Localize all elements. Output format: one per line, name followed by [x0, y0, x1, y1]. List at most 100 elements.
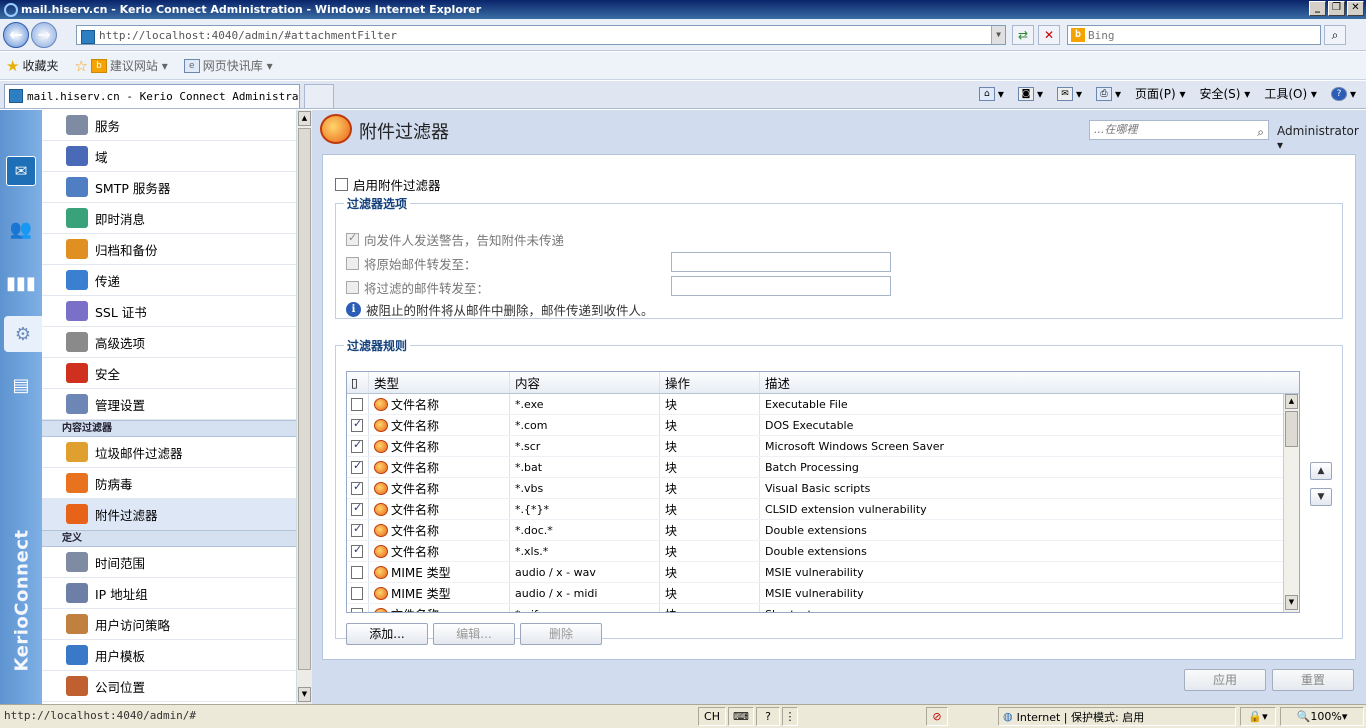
- sidebar-item-domain[interactable]: 域: [42, 141, 296, 172]
- protected-mode-icon[interactable]: 🔒▾: [1240, 707, 1276, 726]
- sidebar-item-user-template[interactable]: 用户模板: [42, 640, 296, 671]
- back-button[interactable]: ←: [3, 22, 29, 48]
- ime-help-icon[interactable]: ?: [756, 707, 780, 726]
- rule-enable-checkbox[interactable]: [351, 522, 363, 537]
- page-menu[interactable]: 页面(P) ▾: [1135, 85, 1185, 102]
- rule-enable-checkbox[interactable]: [351, 543, 363, 558]
- nav-scrollbar[interactable]: ▲ ▼: [296, 110, 312, 704]
- warn-sender-box[interactable]: [346, 231, 359, 246]
- favorites-button[interactable]: ★ 收藏夹: [6, 57, 58, 75]
- close-window-button[interactable]: ✕: [1347, 1, 1364, 16]
- sidebar-item-archive-backup[interactable]: 归档和备份: [42, 234, 296, 265]
- table-row[interactable]: MIME 类型 audio / x - wav 块 MSIE vulnerabilit…: [347, 562, 1299, 583]
- table-row[interactable]: MIME 类型 audio / x - midi 块 MSIE vulnerabili…: [347, 583, 1299, 604]
- sidebar-item-attachment-filter[interactable]: 附件过滤器: [42, 499, 296, 530]
- keyboard-icon[interactable]: ⌨: [728, 707, 754, 726]
- search-input[interactable]: ...在哪裡 ⌕: [1089, 120, 1269, 140]
- column-content[interactable]: 内容: [510, 372, 660, 393]
- grid-scroll-down-icon[interactable]: ▼: [1285, 595, 1298, 610]
- rule-enable-checkbox[interactable]: [351, 438, 363, 453]
- sidebar-item-ssl-certificate[interactable]: SSL 证书: [42, 296, 296, 327]
- table-row[interactable]: 文件名称 *.bat块 Batch Processing: [347, 457, 1299, 478]
- table-row[interactable]: 文件名称 *.pif块Shortcut: [347, 604, 1299, 612]
- url-field[interactable]: http://localhost:4040/admin/#attachmentF…: [76, 25, 1006, 45]
- rail-logs-button[interactable]: ▤: [6, 370, 36, 400]
- sidebar-item-services[interactable]: 服务: [42, 110, 296, 141]
- add-rule-button[interactable]: 添加...: [346, 623, 428, 645]
- help-button[interactable]: ? ▾: [1330, 86, 1356, 101]
- safety-menu[interactable]: 安全(S) ▾: [1199, 85, 1250, 102]
- apply-button[interactable]: 应用: [1184, 669, 1266, 691]
- sidebar-item-user-access-policy[interactable]: 用户访问策略: [42, 609, 296, 640]
- table-row[interactable]: 文件名称 *.xls.*块 Double extensions: [347, 541, 1299, 562]
- browser-tab[interactable]: mail.hiserv.cn - Kerio Connect Administr…: [4, 84, 300, 108]
- search-go-icon[interactable]: ⌕: [1324, 25, 1346, 45]
- zoom-button[interactable]: 🔍 100% ▾: [1280, 707, 1364, 726]
- rule-enable-checkbox[interactable]: [351, 565, 363, 579]
- sidebar-item-company-location[interactable]: 公司位置: [42, 671, 296, 702]
- rule-enable-cell[interactable]: [347, 394, 369, 414]
- edit-rule-button[interactable]: 编辑...: [433, 623, 515, 645]
- rule-enable-checkbox[interactable]: [351, 397, 363, 411]
- column-description[interactable]: 描述: [760, 372, 1285, 393]
- grid-scroll-up-icon[interactable]: ▲: [1285, 394, 1298, 409]
- sidebar-item-admin-settings[interactable]: 管理设置: [42, 389, 296, 420]
- forward-filtered-box[interactable]: [346, 281, 359, 294]
- rail-users-button[interactable]: 👥: [6, 214, 36, 244]
- rule-enable-cell[interactable]: [347, 415, 369, 435]
- rule-enable-checkbox[interactable]: [351, 480, 363, 495]
- rail-mail-button[interactable]: ✉: [6, 156, 36, 186]
- move-up-button[interactable]: ▲: [1310, 462, 1332, 480]
- tools-menu[interactable]: 工具(O) ▾: [1264, 85, 1317, 102]
- rule-enable-checkbox[interactable]: [351, 459, 363, 474]
- sidebar-item-security[interactable]: 安全: [42, 358, 296, 389]
- forward-filtered-checkbox[interactable]: 将过滤的邮件转发至：: [346, 278, 489, 297]
- sidebar-item-smtp-server[interactable]: SMTP 服务器: [42, 172, 296, 203]
- rule-enable-checkbox[interactable]: [351, 417, 363, 432]
- restore-button[interactable]: ❐: [1328, 1, 1345, 16]
- warn-sender-checkbox[interactable]: 向发件人发送警告，告知附件未传递: [346, 230, 564, 249]
- sidebar-item-spam-filter[interactable]: 垃圾邮件过滤器: [42, 437, 296, 468]
- web-slice-button[interactable]: e 网页快讯库 ▾: [183, 57, 273, 74]
- sidebar-item-advanced-options[interactable]: 高级选项: [42, 327, 296, 358]
- rule-enable-cell[interactable]: [347, 541, 369, 561]
- search-input[interactable]: b Bing: [1067, 25, 1321, 45]
- forward-filtered-input[interactable]: [671, 276, 891, 296]
- refresh-icon[interactable]: ⇄: [1012, 25, 1034, 45]
- sidebar-item-ip-group[interactable]: IP 地址组: [42, 578, 296, 609]
- user-menu[interactable]: Administrator ▾: [1277, 124, 1366, 152]
- forward-button[interactable]: →: [31, 22, 57, 48]
- delete-rule-button[interactable]: 删除: [520, 623, 602, 645]
- scroll-down-icon[interactable]: ▼: [298, 687, 311, 702]
- table-row[interactable]: 文件名称 *.vbs块 Visual Basic scripts: [347, 478, 1299, 499]
- rule-enable-cell[interactable]: [347, 520, 369, 540]
- rule-enable-cell[interactable]: [347, 499, 369, 519]
- feeds-button[interactable]: ◙ ▾: [1017, 86, 1043, 101]
- rule-enable-cell[interactable]: [347, 604, 369, 612]
- table-row[interactable]: 文件名称 *.scr块 Microsoft Windows Screen Saver: [347, 436, 1299, 457]
- table-row[interactable]: 文件名称 *.doc.*块 Double extensions: [347, 520, 1299, 541]
- suggested-sites-button[interactable]: ☆ b 建议网站 ▾: [74, 57, 167, 75]
- rule-enable-cell[interactable]: [347, 457, 369, 477]
- move-down-button[interactable]: ▼: [1310, 488, 1332, 506]
- enable-filter-checkbox[interactable]: 启用附件过滤器: [335, 175, 441, 194]
- ime-indicator[interactable]: CH: [698, 707, 726, 726]
- rule-enable-cell[interactable]: [347, 562, 369, 582]
- url-dropdown-icon[interactable]: ▼: [991, 26, 1005, 44]
- sidebar-item-delivery[interactable]: 传递: [42, 265, 296, 296]
- rule-enable-checkbox[interactable]: [351, 501, 363, 516]
- rule-enable-checkbox[interactable]: [351, 586, 363, 600]
- rule-enable-cell[interactable]: [347, 583, 369, 603]
- column-action[interactable]: 操作: [660, 372, 760, 393]
- table-row[interactable]: 文件名称 *.com块 DOS Executable: [347, 415, 1299, 436]
- rule-enable-cell[interactable]: [347, 436, 369, 456]
- reset-button[interactable]: 重置: [1272, 669, 1354, 691]
- rail-status-button[interactable]: ▮▮▮: [6, 268, 36, 298]
- grid-scroll-thumb[interactable]: [1285, 411, 1298, 447]
- new-tab-button[interactable]: [304, 84, 334, 108]
- sidebar-item-time-range[interactable]: 时间范围: [42, 547, 296, 578]
- column-chooser-icon[interactable]: ▯: [347, 372, 369, 393]
- ime-options-icon[interactable]: ⋮: [782, 707, 798, 726]
- enable-checkbox-box[interactable]: [335, 178, 348, 191]
- scroll-up-icon[interactable]: ▲: [298, 111, 311, 126]
